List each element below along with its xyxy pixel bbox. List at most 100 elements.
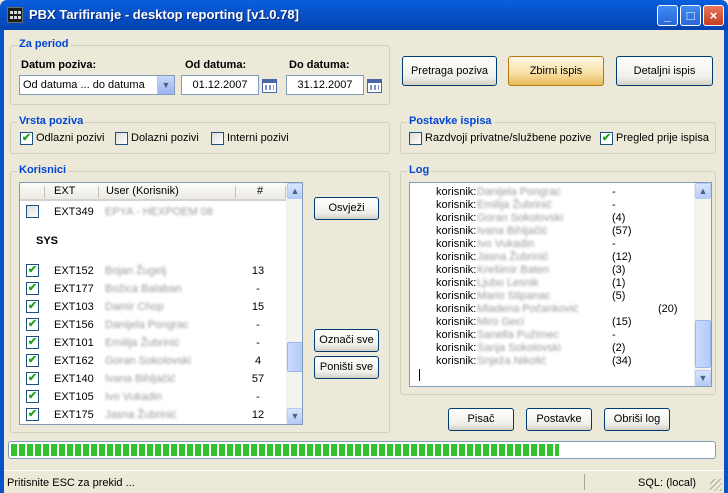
row-user: Goran Sokolovski xyxy=(105,355,192,367)
deselect-all-button[interactable]: Poništi sve xyxy=(314,356,379,379)
to-date-field[interactable]: 31.12.2007 xyxy=(286,75,364,95)
outgoing-checkbox[interactable] xyxy=(20,132,33,145)
app-icon xyxy=(7,7,23,23)
log-line: korisnik: Mladena Počanković (20) xyxy=(436,303,678,315)
maximize-button[interactable]: □ xyxy=(680,5,701,26)
to-date-label: Do datuma: xyxy=(289,59,350,71)
table-row[interactable]: EXT140 Ivana Bihljačić 57 xyxy=(20,370,286,388)
progress-bar xyxy=(8,441,716,459)
table-row[interactable]: EXT152 Bojan Žugelj 13 xyxy=(20,262,286,280)
row-user: Danijela Pongrac xyxy=(105,319,189,331)
table-row[interactable]: EXT103 Damir Chop 15 xyxy=(20,298,286,316)
row-user: Damir Chop xyxy=(105,301,164,313)
row-user: EPYA - HEXPOEM 08 xyxy=(105,206,214,218)
row-checkbox[interactable] xyxy=(26,354,39,367)
row-checkbox[interactable] xyxy=(26,372,39,385)
scroll-up-icon[interactable]: ▲ xyxy=(695,183,711,199)
split-calls-checkbox[interactable] xyxy=(409,132,422,145)
log-line: korisnik: Ivana Bihljačić (57) xyxy=(436,225,632,237)
print-settings-group: Postavke ispisa Razdvoji privatne/službe… xyxy=(400,115,716,154)
log-line: korisnik: Danijela Pongrac - xyxy=(436,186,616,198)
settings-button[interactable]: Postavke xyxy=(526,408,592,431)
date-type-select[interactable]: Od datuma ... do datuma ▼ xyxy=(19,75,175,95)
from-date-field[interactable]: 01.12.2007 xyxy=(181,75,259,95)
row-checkbox[interactable] xyxy=(26,390,39,403)
resize-grip-icon[interactable] xyxy=(710,479,722,491)
row-ext: EXT177 xyxy=(54,283,94,295)
row-checkbox[interactable] xyxy=(26,318,39,331)
calendar-icon[interactable] xyxy=(262,79,277,93)
search-calls-button[interactable]: Pretraga poziva xyxy=(402,56,497,86)
row-user: Bojan Žugelj xyxy=(105,265,167,277)
row-checkbox[interactable] xyxy=(26,264,39,277)
table-row[interactable]: EXT105 Ivo Vukadin - xyxy=(20,388,286,406)
print-settings-legend: Postavke ispisa xyxy=(407,115,494,127)
select-all-button[interactable]: Označi sve xyxy=(314,329,379,352)
row-checkbox[interactable] xyxy=(26,300,39,313)
row-checkbox[interactable] xyxy=(26,282,39,295)
window-title: PBX Tarifiranje - desktop reporting [v1.… xyxy=(29,7,299,22)
outgoing-label: Odlazni pozivi xyxy=(36,132,105,144)
period-legend: Za period xyxy=(17,38,71,50)
row-checkbox[interactable] xyxy=(26,408,39,421)
row-count: - xyxy=(256,319,260,331)
log-line: korisnik: Miro Geci (15) xyxy=(436,316,632,328)
print-preview-checkbox[interactable] xyxy=(600,132,613,145)
scroll-thumb[interactable] xyxy=(287,342,302,372)
log-line: korisnik: Goran Sokolovski (4) xyxy=(436,212,626,224)
log-line: korisnik: Sanja Sokolovski (2) xyxy=(436,342,626,354)
users-scrollbar[interactable]: ▲ ▼ xyxy=(286,183,302,424)
log-scrollbar[interactable]: ▲ ▼ xyxy=(694,183,711,386)
row-user: Emilija Žubrinić xyxy=(105,337,180,349)
incoming-label: Dolazni pozivi xyxy=(131,132,199,144)
row-count: - xyxy=(256,337,260,349)
detail-report-button[interactable]: Detaljni ispis xyxy=(616,56,713,86)
table-row[interactable]: EXT101 Emilija Žubrinić - xyxy=(20,334,286,352)
column-user[interactable]: User (Korisnik) xyxy=(106,185,179,197)
chevron-down-icon[interactable]: ▼ xyxy=(157,76,174,94)
close-button[interactable]: × xyxy=(703,5,724,26)
row-ext: EXT101 xyxy=(54,337,94,349)
row-count: 13 xyxy=(251,265,265,277)
users-group: Korisnici EXT User (Korisnik) # EXT349 E… xyxy=(10,164,390,433)
row-count: - xyxy=(256,391,260,403)
scroll-up-icon[interactable]: ▲ xyxy=(287,183,302,199)
incoming-checkbox[interactable] xyxy=(115,132,128,145)
row-user: Ivana Bihljačić xyxy=(105,373,176,385)
row-count: 12 xyxy=(251,409,265,421)
status-bar: Pritisnite ESC za prekid ... SQL: (local… xyxy=(4,470,724,493)
minimize-button[interactable]: _ xyxy=(657,5,678,26)
scroll-thumb[interactable] xyxy=(695,320,711,368)
internal-checkbox[interactable] xyxy=(211,132,224,145)
table-row[interactable]: EXT175 Jasna Žubrinić 12 xyxy=(20,406,286,424)
row-ext: EXT156 xyxy=(54,319,94,331)
log-line: korisnik: Snježa Nikolić (34) xyxy=(436,355,632,367)
text-cursor xyxy=(419,369,420,381)
refresh-button[interactable]: Osvježi xyxy=(314,197,379,220)
column-ext[interactable]: EXT xyxy=(54,185,75,197)
row-ext: EXT105 xyxy=(54,391,94,403)
log-line: korisnik: Jasna Žubrinić (12) xyxy=(436,251,632,263)
table-row[interactable]: EXT177 Božica Balaban - xyxy=(20,280,286,298)
row-count: 15 xyxy=(251,301,265,313)
from-date-label: Od datuma: xyxy=(185,59,247,71)
log-line: korisnik: Ivo Vukadin - xyxy=(436,238,616,250)
table-row[interactable]: EXT349 EPYA - HEXPOEM 08 xyxy=(20,203,286,221)
log-textarea[interactable]: korisnik: Danijela Pongrac - korisnik: Emil… xyxy=(409,182,712,387)
row-checkbox[interactable] xyxy=(26,336,39,349)
table-row[interactable]: EXT162 Goran Sokolovski 4 xyxy=(20,352,286,370)
log-line: korisnik: Krešimir Baten (3) xyxy=(436,264,626,276)
table-row[interactable]: EXT156 Danijela Pongrac - xyxy=(20,316,286,334)
calendar-icon[interactable] xyxy=(367,79,382,93)
scroll-down-icon[interactable]: ▼ xyxy=(287,408,302,424)
column-count[interactable]: # xyxy=(257,185,263,197)
status-sql: SQL: (local) xyxy=(638,477,697,489)
users-list[interactable]: EXT User (Korisnik) # EXT349 EPYA - HEXP… xyxy=(19,182,303,425)
clear-log-button[interactable]: Obriši log xyxy=(604,408,670,431)
summary-report-button[interactable]: Zbirni ispis xyxy=(508,56,604,86)
printer-button[interactable]: Pisač xyxy=(448,408,514,431)
status-divider xyxy=(584,474,585,490)
internal-label: Interni pozivi xyxy=(227,132,289,144)
scroll-down-icon[interactable]: ▼ xyxy=(695,370,711,386)
row-checkbox[interactable] xyxy=(26,205,39,218)
